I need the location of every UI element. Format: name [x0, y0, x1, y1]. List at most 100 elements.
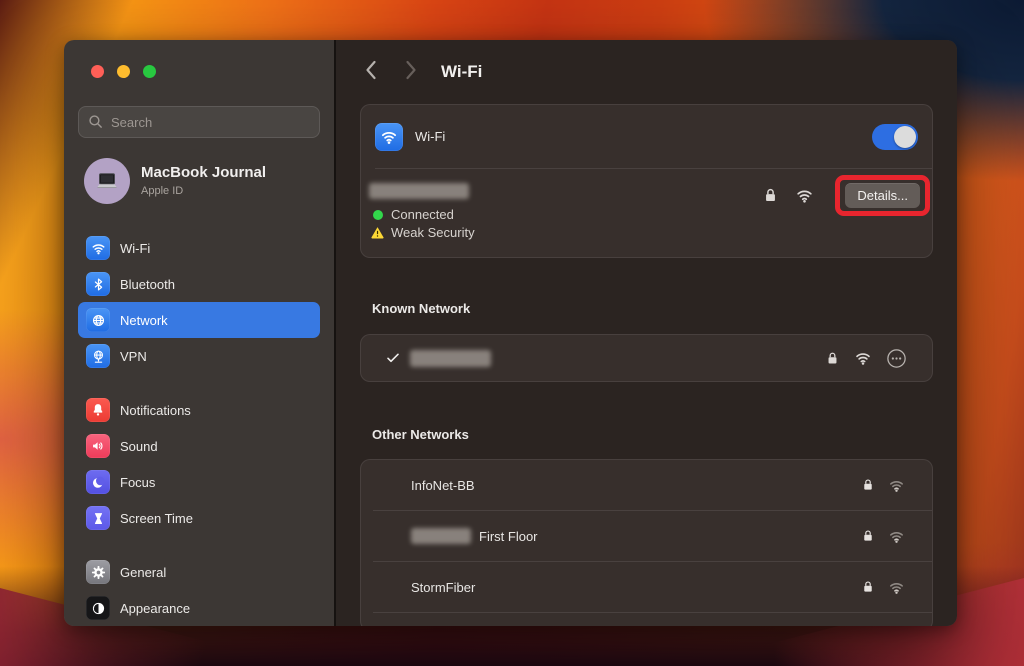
warning-label: Weak Security [391, 225, 475, 240]
lock-icon [860, 477, 876, 493]
content-pane: Wi-Fi Wi-Fi Connected [336, 40, 957, 626]
other-networks-card: InfoNet-BB First Floor [360, 459, 933, 626]
contrast-icon [86, 596, 110, 620]
search-field-wrap [78, 106, 320, 138]
redacted-network-name [410, 350, 491, 367]
hourglass-icon [86, 506, 110, 530]
sidebar-item-label: Focus [120, 475, 155, 490]
wifi-signal-weak-icon [887, 527, 906, 546]
gear-icon [86, 560, 110, 584]
vpn-globe-icon [86, 344, 110, 368]
sidebar-item-focus[interactable]: Focus [78, 464, 320, 500]
network-name: First Floor [479, 529, 538, 544]
laptop-icon [92, 166, 122, 196]
close-button[interactable] [91, 65, 104, 78]
network-row-first-floor[interactable]: First Floor [361, 511, 932, 561]
more-options-icon[interactable] [885, 347, 908, 370]
bell-icon [86, 398, 110, 422]
window-controls [64, 40, 334, 78]
sidebar-item-sound[interactable]: Sound [78, 428, 320, 464]
row-icons [860, 578, 906, 597]
lock-icon [824, 350, 841, 367]
sidebar-item-label: Notifications [120, 403, 191, 418]
profile-name: MacBook Journal [141, 163, 266, 182]
checkmark-icon [385, 350, 401, 366]
redacted-name-prefix [411, 528, 471, 544]
row-icons [860, 476, 906, 495]
network-name: InfoNet-BB [411, 478, 475, 493]
status-label: Connected [391, 207, 454, 222]
profile-subtitle: Apple ID [141, 184, 266, 199]
search-input[interactable] [78, 106, 320, 138]
speaker-icon [86, 434, 110, 458]
desktop-wallpaper: MacBook Journal Apple ID Wi-Fi [0, 0, 1024, 666]
sidebar-item-screen-time[interactable]: Screen Time [78, 500, 320, 536]
wifi-toggle-row: Wi-Fi [361, 105, 932, 168]
other-networks-heading: Other Networks [372, 427, 957, 443]
wifi-signal-icon [853, 348, 873, 368]
green-status-dot-icon [373, 210, 383, 220]
sidebar-item-appearance[interactable]: Appearance [78, 590, 320, 626]
page-title: Wi-Fi [441, 62, 482, 82]
sidebar-item-general[interactable]: General [78, 554, 320, 590]
sidebar-item-wifi[interactable]: Wi-Fi [78, 230, 320, 266]
sidebar-item-label: General [120, 565, 166, 580]
wifi-app-icon [375, 123, 403, 151]
toggle-knob [894, 126, 916, 148]
network-name: StormFiber [411, 580, 475, 595]
warning-triangle-icon [370, 225, 385, 240]
back-chevron-icon[interactable] [363, 59, 379, 86]
nav-group-general: General Appearance [64, 554, 334, 626]
sidebar-item-label: Wi-Fi [120, 241, 150, 256]
known-network-row[interactable] [361, 335, 932, 381]
lock-icon [860, 579, 876, 595]
security-warning: Weak Security [370, 225, 918, 240]
known-network-heading: Known Network [372, 301, 957, 317]
sidebar: MacBook Journal Apple ID Wi-Fi [64, 40, 334, 626]
sidebar-item-label: Sound [120, 439, 158, 454]
system-settings-window: MacBook Journal Apple ID Wi-Fi [64, 40, 957, 626]
wifi-icon [86, 236, 110, 260]
details-button[interactable]: Details... [845, 183, 920, 208]
row-divider [373, 612, 932, 613]
wifi-signal-icon [794, 185, 815, 206]
forward-chevron-icon[interactable] [403, 59, 419, 86]
sidebar-item-label: Screen Time [120, 511, 193, 526]
red-highlight-annotation: Details... [835, 175, 930, 216]
network-row-stormfiber[interactable]: StormFiber [361, 562, 932, 612]
row-icons [860, 527, 906, 546]
lock-icon [860, 528, 876, 544]
nav-group-network: Wi-Fi Bluetooth Network [64, 230, 334, 374]
sidebar-item-label: VPN [120, 349, 147, 364]
bluetooth-icon [86, 272, 110, 296]
sidebar-item-label: Network [120, 313, 168, 328]
wifi-card: Wi-Fi Connected Weak Security [360, 104, 933, 258]
sidebar-item-notifications[interactable]: Notifications [78, 392, 320, 428]
network-row-infonet[interactable]: InfoNet-BB [361, 460, 932, 510]
connected-row-controls: Details... [761, 175, 930, 216]
wifi-toggle-label: Wi-Fi [415, 129, 445, 144]
wifi-signal-weak-icon [887, 476, 906, 495]
globe-icon [86, 308, 110, 332]
wifi-toggle-switch[interactable] [872, 124, 918, 150]
known-network-card [360, 334, 933, 382]
wifi-signal-weak-icon [887, 578, 906, 597]
zoom-button[interactable] [143, 65, 156, 78]
lock-icon [761, 186, 780, 205]
moon-icon [86, 470, 110, 494]
content-header: Wi-Fi [336, 40, 957, 104]
sidebar-item-network[interactable]: Network [78, 302, 320, 338]
connected-network-row: Connected Weak Security [361, 169, 932, 257]
sidebar-item-bluetooth[interactable]: Bluetooth [78, 266, 320, 302]
minimize-button[interactable] [117, 65, 130, 78]
known-row-icons [824, 347, 908, 370]
avatar [84, 158, 130, 204]
nav-group-alerts: Notifications Sound Focus [64, 392, 334, 536]
profile-text: MacBook Journal Apple ID [141, 163, 266, 199]
sidebar-item-vpn[interactable]: VPN [78, 338, 320, 374]
apple-id-profile[interactable]: MacBook Journal Apple ID [84, 158, 320, 204]
sidebar-item-label: Appearance [120, 601, 190, 616]
redacted-network-name [369, 183, 469, 199]
sidebar-item-label: Bluetooth [120, 277, 175, 292]
sidebar-nav: Wi-Fi Bluetooth Network [64, 230, 334, 626]
